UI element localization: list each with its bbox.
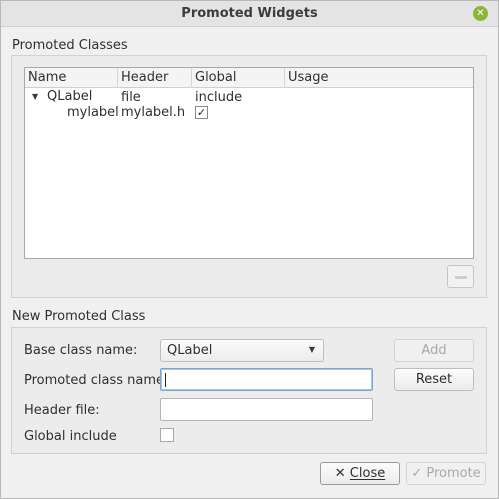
promoted-class-label: Promoted class name: [24,373,169,388]
close-icon[interactable]: ✕ [473,6,488,21]
promoted-class-input[interactable] [160,368,373,391]
global-include-label: Global include [24,429,117,444]
global-include-checkbox[interactable]: ✓ [195,106,208,119]
expand-arrow-icon[interactable]: ▼ [32,89,38,105]
base-class-value: QLabel [167,343,213,358]
tree-item-name: mylabel [67,105,119,120]
close-label: Close [349,466,386,481]
base-class-label: Base class name: [24,343,138,358]
remove-class-button[interactable] [447,265,474,288]
tree-row-mylabel[interactable]: mylabel mylabel.h ✓ [25,105,473,121]
header-file-label: Header file: [24,403,100,418]
chevron-down-icon: ▼ [308,345,315,354]
tree-header: Name Header file Global include Usage [25,68,473,105]
promoted-widgets-dialog: Promoted Widgets ✕ Promoted Classes Name… [0,0,499,499]
tree-item-header-file: mylabel.h [121,105,186,120]
check-icon: ✓ [411,466,427,481]
minus-icon [455,276,467,279]
promote-button[interactable]: ✓ Promote [406,462,486,485]
column-header-global-include[interactable]: Global include [192,68,285,105]
title-bar: Promoted Widgets ✕ [1,1,498,27]
add-button[interactable]: Add [394,339,474,362]
window-title: Promoted Widgets [181,6,318,21]
text-caret [165,373,166,387]
column-header-header-file[interactable]: Header file [118,68,192,105]
promoted-classes-heading: Promoted Classes [12,38,128,53]
close-icon: ✕ [334,466,350,481]
global-include-checkbox[interactable] [160,428,174,442]
column-header-name[interactable]: Name [25,68,118,88]
close-button[interactable]: ✕ Close [320,462,400,485]
tree-row-qlabel[interactable]: ▼ QLabel [25,89,473,105]
tree-item-name: QLabel [47,89,93,104]
new-promoted-class-heading: New Promoted Class [12,309,146,324]
header-file-input[interactable] [160,398,373,421]
promoted-classes-tree[interactable]: Name Header file Global include Usage ▼ … [24,67,474,259]
column-header-usage[interactable]: Usage [285,68,473,88]
base-class-combobox[interactable]: QLabel ▼ [160,339,324,362]
promote-label: Promote [426,466,481,481]
reset-button[interactable]: Reset [394,368,474,391]
